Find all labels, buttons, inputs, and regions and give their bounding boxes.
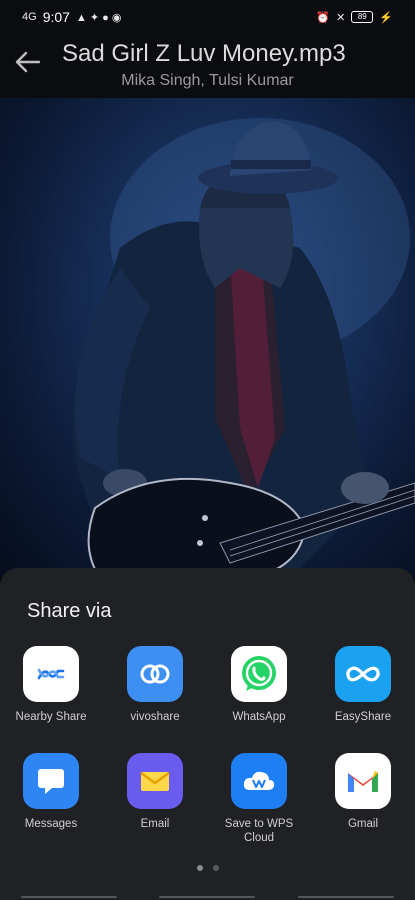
battery-icon: 89 [351,11,374,23]
song-artist: Mika Singh, Tulsi Kumar [121,72,294,89]
song-title: Sad Girl Z Luv Money.mp3 [62,40,346,67]
page-dot-active[interactable] [196,865,203,871]
app-label: vivoshare [130,711,180,723]
album-artwork [0,98,415,578]
app-label: WhatsApp [232,711,286,723]
app-messages[interactable]: Messages [1,753,101,831]
status-time: 9:07 [42,9,70,25]
nav-segment [297,896,394,898]
notification-icons: ▲ ✦ ● ◉ [75,11,122,24]
page-indicator [0,865,415,871]
app-label: Messages [24,818,78,830]
gmail-icon [335,753,391,809]
messages-icon [23,753,79,809]
app-label: Gmail [347,818,379,830]
navigation-gesture-bar [0,896,415,900]
back-arrow-icon [15,51,41,73]
app-label: EasyShare [334,711,392,723]
app-whatsapp[interactable]: WhatsApp [209,646,309,724]
email-icon [127,753,183,809]
share-sheet: Share via Nearby Share vivoshare WhatsAp… [0,568,415,900]
app-label: Nearby Share [15,711,87,723]
battery-level: 89 [357,12,367,21]
share-title: Share via [27,600,112,622]
easyshare-icon [335,646,391,702]
status-bar: 4G 9:07 ▲ ✦ ● ◉ ⏰ ✕ 89 ⚡ [0,0,415,34]
app-label: Email [140,818,170,830]
app-email[interactable]: Email [105,753,205,831]
mute-icon: ✕ [336,11,346,24]
guitarist-illustration [72,118,415,578]
nav-segment [21,896,118,898]
app-label: Save to WPS Cloud [224,818,294,844]
app-gmail[interactable]: Gmail [313,753,413,831]
signal-icon: 4G [22,11,37,23]
alarm-icon: ⏰ [316,11,331,24]
whatsapp-icon [231,646,287,702]
vivoshare-icon [127,646,183,702]
player-header: Sad Girl Z Luv Money.mp3 Mika Singh, Tul… [0,34,415,98]
wps-cloud-icon [231,753,287,809]
nav-segment [159,896,256,898]
app-vivoshare[interactable]: vivoshare [105,646,205,724]
nearby-share-icon [23,646,79,702]
app-wps-cloud[interactable]: Save to WPS Cloud [209,753,309,845]
app-easyshare[interactable]: EasyShare [313,646,413,724]
app-nearby-share[interactable]: Nearby Share [1,646,101,724]
charging-icon: ⚡ [379,11,393,24]
page-dot[interactable] [212,865,219,871]
